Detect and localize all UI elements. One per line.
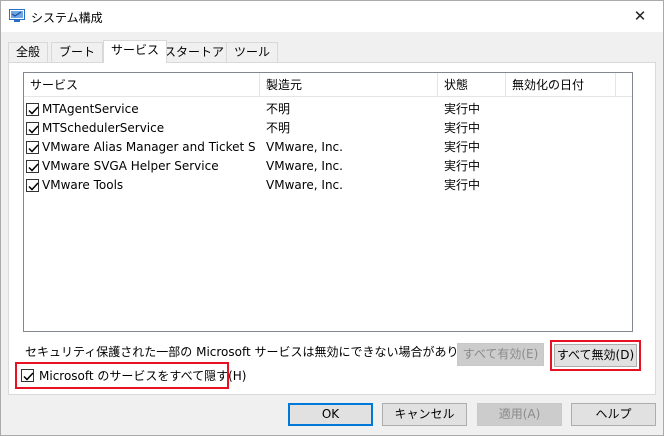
services-list-header: サービス 製造元 状態 無効化の日付: [24, 73, 632, 97]
service-status: 実行中: [444, 178, 481, 192]
protected-services-note: セキュリティ保護された一部の Microsoft サービスは無効にできない場合が…: [25, 345, 494, 359]
service-disabled-date: [512, 119, 618, 138]
enable-all-button[interactable]: すべて有効(E): [457, 343, 544, 366]
checkmark-icon: [28, 182, 39, 191]
service-status: 実行中: [444, 159, 481, 173]
checkmark-icon: [28, 125, 39, 134]
tab-boot[interactable]: ブート: [51, 42, 104, 62]
ok-button[interactable]: OK: [288, 403, 373, 426]
system-configuration-window: システム構成 ✕ 全般 ブート サービス スタートアップ ツール サービス 製造…: [0, 0, 664, 436]
service-manufacturer: VMware, Inc.: [266, 140, 343, 154]
checkmark-icon: [28, 163, 39, 172]
service-checkbox[interactable]: [26, 103, 39, 116]
help-button[interactable]: ヘルプ: [571, 403, 656, 426]
column-header-disabled-date[interactable]: 無効化の日付: [506, 73, 616, 97]
service-manufacturer: 不明: [266, 102, 291, 116]
service-manufacturer: VMware, Inc.: [266, 159, 343, 173]
column-header-manufacturer[interactable]: 製造元: [260, 73, 438, 97]
services-panel: サービス 製造元 状態 無効化の日付 MTAgentService 不明 実行中 MT…: [8, 62, 656, 395]
disable-all-highlight: [550, 340, 641, 371]
checkmark-icon: [28, 144, 39, 153]
service-name: VMware Tools: [42, 178, 124, 192]
table-row[interactable]: VMware Alias Manager and Ticket Se... VMw…: [24, 138, 632, 157]
service-disabled-date: [512, 138, 618, 157]
service-name: VMware Alias Manager and Ticket Se...: [42, 140, 256, 154]
table-row[interactable]: VMware Tools VMware, Inc. 実行中: [24, 176, 632, 195]
column-header-service[interactable]: サービス: [24, 73, 260, 97]
close-icon[interactable]: ✕: [617, 1, 663, 32]
table-row[interactable]: VMware SVGA Helper Service VMware, Inc. 実行…: [24, 157, 632, 176]
service-disabled-date: [512, 157, 618, 176]
service-disabled-date: [512, 100, 618, 119]
service-checkbox[interactable]: [26, 160, 39, 173]
service-status: 実行中: [444, 140, 481, 154]
table-row[interactable]: MTSchedulerService 不明 実行中: [24, 119, 632, 138]
service-checkbox[interactable]: [26, 122, 39, 135]
service-status: 実行中: [444, 121, 481, 135]
column-header-status[interactable]: 状態: [438, 73, 506, 97]
tab-services[interactable]: サービス: [103, 40, 168, 63]
service-name: VMware SVGA Helper Service: [42, 159, 219, 173]
checkmark-icon: [28, 106, 39, 115]
tab-general[interactable]: 全般: [8, 42, 49, 62]
tab-tools[interactable]: ツール: [226, 42, 279, 62]
title-bar: システム構成 ✕: [1, 1, 663, 32]
system-config-icon: [9, 9, 25, 23]
service-name: MTSchedulerService: [42, 121, 165, 135]
apply-button[interactable]: 適用(A): [477, 403, 562, 426]
service-status: 実行中: [444, 102, 481, 116]
service-manufacturer: 不明: [266, 121, 291, 135]
service-checkbox[interactable]: [26, 179, 39, 192]
service-checkbox[interactable]: [26, 141, 39, 154]
services-list[interactable]: サービス 製造元 状態 無効化の日付 MTAgentService 不明 実行中 MT…: [23, 72, 633, 332]
table-row[interactable]: MTAgentService 不明 実行中: [24, 100, 632, 119]
cancel-button[interactable]: キャンセル: [382, 403, 467, 426]
service-manufacturer: VMware, Inc.: [266, 178, 343, 192]
service-disabled-date: [512, 176, 618, 195]
window-title: システム構成: [31, 11, 103, 25]
service-name: MTAgentService: [42, 102, 139, 116]
hide-microsoft-highlight: [15, 362, 229, 389]
